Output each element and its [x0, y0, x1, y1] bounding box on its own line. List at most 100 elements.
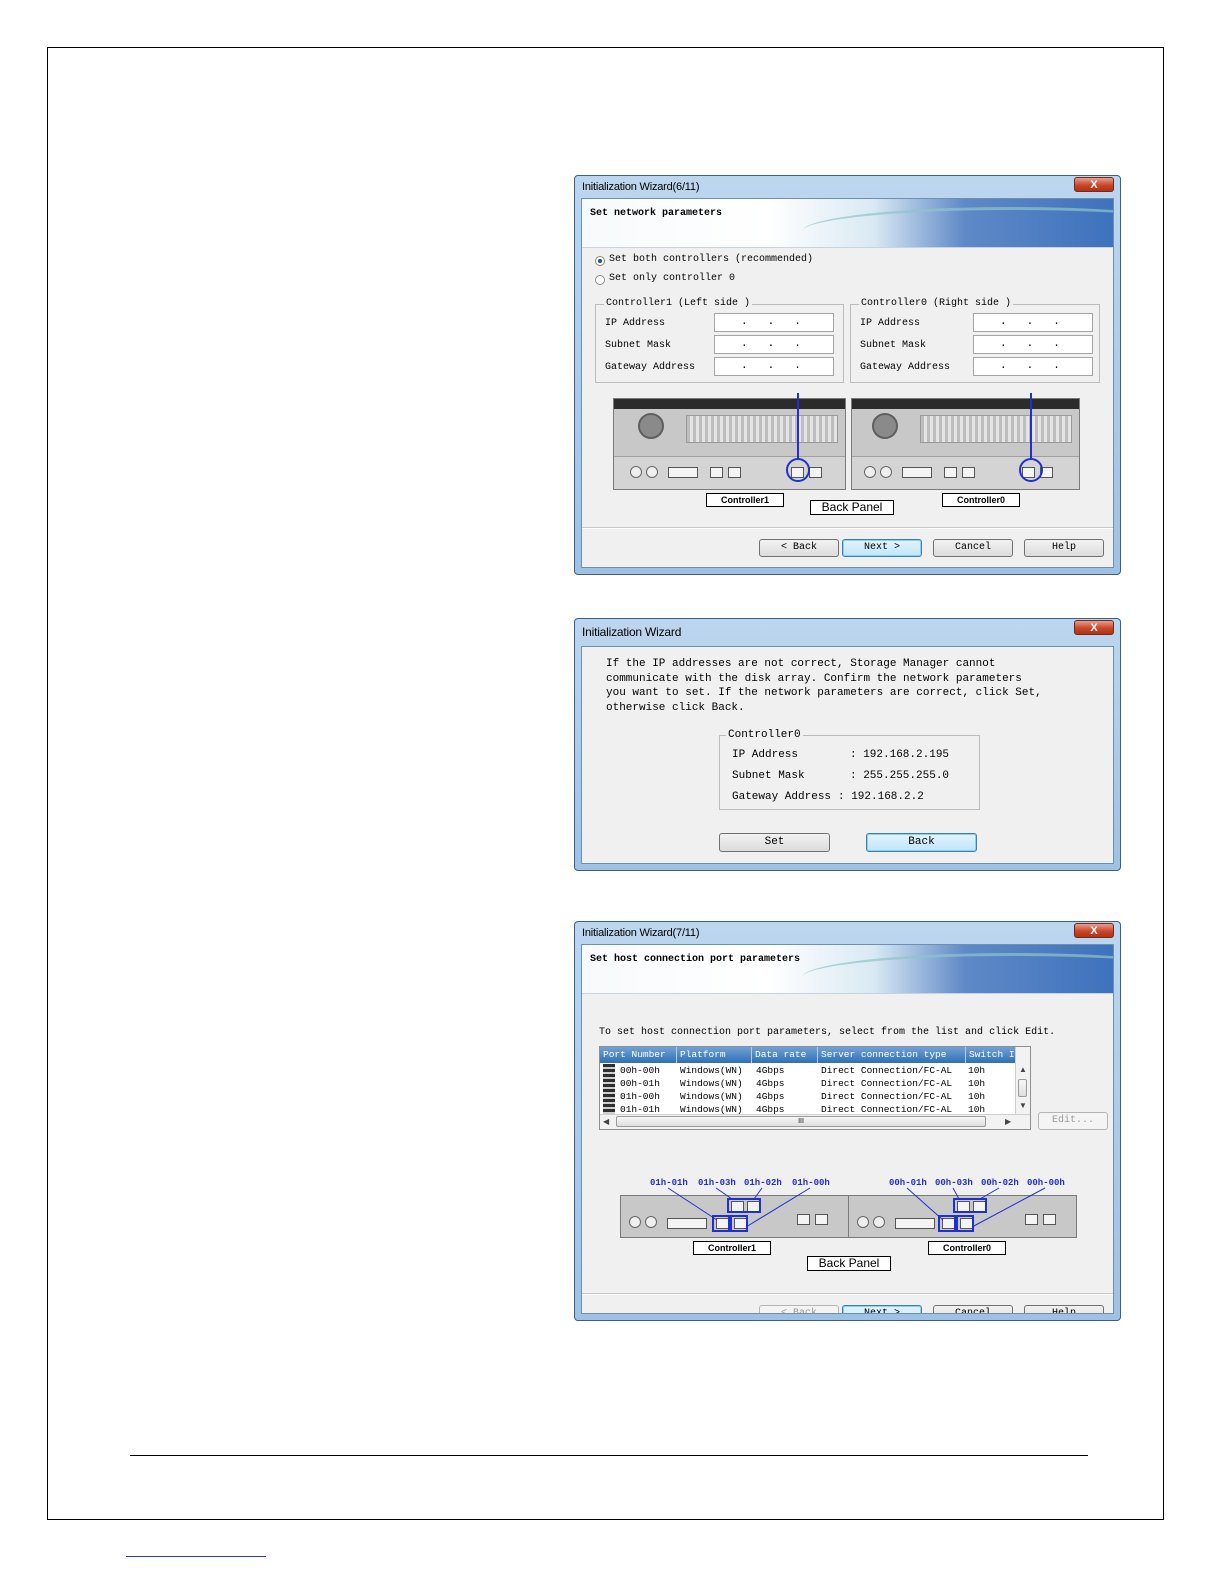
next-button[interactable]: Next >: [842, 539, 922, 557]
table-row[interactable]: 01h-00h Windows(WN) 4Gbps Direct Connect…: [600, 1090, 1016, 1103]
title-bar[interactable]: Initialization Wizard(6/11) X: [575, 176, 1120, 198]
footer-rule: [130, 1455, 1088, 1456]
vertical-scrollbar[interactable]: ▲ ▼: [1015, 1047, 1030, 1115]
lan-port-icon: [1043, 1214, 1056, 1225]
banner-title: Set host connection port parameters: [590, 954, 801, 965]
lan-port-icon: [1025, 1214, 1038, 1225]
scroll-right-icon[interactable]: ▶: [1005, 1117, 1011, 1126]
title-bar[interactable]: Initialization Wizard X: [575, 619, 1120, 641]
vertical-scroll-thumb[interactable]: [1018, 1079, 1027, 1097]
header-banner: Set network parameters: [582, 199, 1113, 248]
slot-icon: [895, 1218, 935, 1229]
power-icon: [864, 466, 876, 478]
platform-cell: Windows(WN): [680, 1091, 743, 1102]
column-header[interactable]: Platform: [677, 1047, 752, 1063]
summary-ip-label: IP Address: [732, 749, 799, 761]
scroll-up-icon[interactable]: ▲: [1019, 1065, 1027, 1074]
footer-link-underline[interactable]: [126, 1556, 266, 1557]
controller1-group-title: Controller1 (Left side ): [604, 298, 753, 309]
power-icon: [629, 1216, 641, 1228]
confirm-network-dialog: Initialization Wizard X If the IP addres…: [574, 618, 1121, 871]
highlight-box: [938, 1215, 956, 1232]
table-row[interactable]: 00h-01h Windows(WN) 4Gbps Direct Connect…: [600, 1077, 1016, 1090]
horizontal-scrollbar[interactable]: ◀ III ▶: [600, 1114, 1030, 1129]
controller0-subnet-field[interactable]: ...: [973, 335, 1093, 354]
reset-icon: [646, 466, 658, 478]
radio-set-both-label[interactable]: Set both controllers (recommended): [609, 254, 813, 265]
column-header[interactable]: Switch I: [966, 1047, 1018, 1063]
highlight-circle: [1019, 458, 1043, 482]
fc-port-icon: [962, 467, 975, 478]
back-button[interactable]: < Back: [759, 1305, 839, 1313]
summary-group-title: Controller0: [726, 729, 803, 741]
cancel-button[interactable]: Cancel: [933, 539, 1013, 557]
wizard-network-dialog: Initialization Wizard(6/11) X Set networ…: [574, 175, 1121, 575]
controller0-group: Controller0 (Right side ) IP Address ...…: [850, 298, 1100, 383]
connection-type-cell: Direct Connection/FC-AL: [821, 1091, 953, 1102]
caption-controller0: Controller0: [928, 1241, 1006, 1255]
slot-icon: [667, 1218, 707, 1229]
scroll-down-icon[interactable]: ▼: [1019, 1101, 1027, 1110]
help-button[interactable]: Help: [1024, 539, 1104, 557]
power-icon: [630, 466, 642, 478]
controller1-subnet-field[interactable]: ...: [714, 335, 834, 354]
port-table[interactable]: Port Number Platform Data rate Server co…: [599, 1046, 1031, 1130]
back-button[interactable]: Back: [866, 833, 977, 852]
summary-ip-value: : 192.168.2.195: [850, 749, 950, 761]
radio-set-only0[interactable]: [595, 275, 605, 285]
controller0-summary: Controller0 IP Address : 192.168.2.195 S…: [719, 729, 980, 810]
column-header[interactable]: Server connection type: [818, 1047, 966, 1063]
banner-wave: [802, 207, 1113, 256]
fc-port-icon: [728, 467, 741, 478]
controller1-group: Controller1 (Left side ) IP Address ... …: [595, 298, 844, 383]
caption-controller0: Controller0: [942, 493, 1020, 507]
data-rate-cell: 4Gbps: [756, 1078, 785, 1089]
port-label: 01h-00h: [792, 1178, 830, 1188]
radio-set-only0-label[interactable]: Set only controller 0: [609, 273, 735, 284]
banner-title: Set network parameters: [590, 208, 723, 219]
window-title: Initialization Wizard: [582, 625, 682, 639]
fan-icon: [872, 413, 898, 439]
set-button[interactable]: Set: [719, 833, 830, 852]
cancel-button[interactable]: Cancel: [933, 1305, 1013, 1313]
close-button[interactable]: X: [1074, 177, 1114, 192]
close-button[interactable]: X: [1074, 620, 1114, 635]
ip-label: IP Address: [860, 318, 921, 329]
column-header[interactable]: Port Number: [600, 1047, 677, 1063]
controller0-ip-field[interactable]: ...: [973, 313, 1093, 332]
summary-subnet-label: Subnet Mask: [732, 770, 805, 782]
instruction-text: To set host connection port parameters, …: [599, 1027, 1056, 1038]
lan-port-icon: [797, 1214, 810, 1225]
help-button[interactable]: Help: [1024, 1305, 1104, 1313]
controller0-gateway-field[interactable]: ...: [973, 357, 1093, 376]
reset-icon: [880, 466, 892, 478]
highlight-box: [953, 1198, 987, 1213]
edit-button[interactable]: Edit...: [1038, 1112, 1108, 1130]
back-button[interactable]: < Back: [759, 539, 839, 557]
close-button[interactable]: X: [1074, 923, 1114, 938]
horizontal-scroll-thumb[interactable]: III: [616, 1116, 986, 1127]
controller1-gateway-field[interactable]: ...: [714, 357, 834, 376]
controller0-group-title: Controller0 (Right side ): [859, 298, 1014, 309]
radio-set-both[interactable]: [595, 256, 605, 266]
dialog-body: If the IP addresses are not correct, Sto…: [581, 646, 1114, 864]
port-label: 00h-02h: [981, 1178, 1019, 1188]
power-icon: [857, 1216, 869, 1228]
port-label: 00h-00h: [1027, 1178, 1065, 1188]
controller1-ip-field[interactable]: ...: [714, 313, 834, 332]
table-row[interactable]: 00h-00h Windows(WN) 4Gbps Direct Connect…: [600, 1064, 1016, 1077]
next-button[interactable]: Next >: [842, 1305, 922, 1313]
gateway-label: Gateway Address: [605, 362, 696, 373]
ip-label: IP Address: [605, 318, 666, 329]
scroll-grip: III: [798, 1118, 804, 1125]
vent-grille: [686, 415, 838, 443]
caption-controller1: Controller1: [706, 493, 784, 507]
column-header[interactable]: Data rate: [752, 1047, 818, 1063]
scroll-left-icon[interactable]: ◀: [603, 1117, 609, 1126]
port-number-cell: 00h-01h: [620, 1078, 660, 1089]
vent-grille: [920, 415, 1072, 443]
back-panel-controller0: [851, 398, 1080, 490]
window-title: Initialization Wizard(6/11): [582, 181, 700, 193]
title-bar[interactable]: Initialization Wizard(7/11) X: [575, 922, 1120, 944]
confirm-message: If the IP addresses are not correct, Sto…: [606, 658, 1042, 714]
